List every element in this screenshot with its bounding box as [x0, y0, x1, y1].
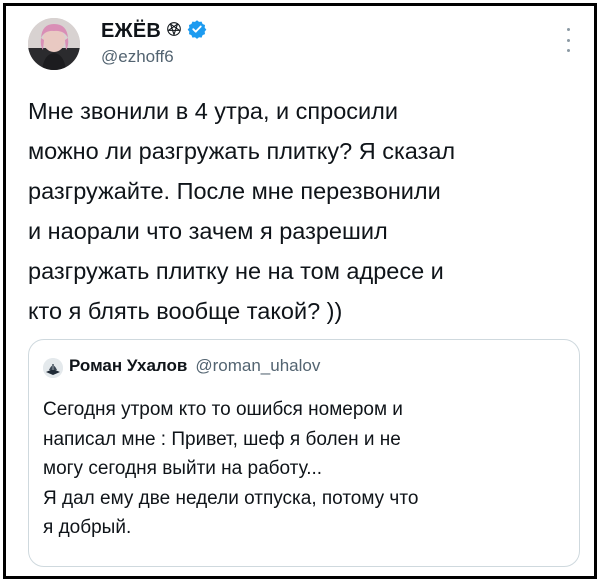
more-options-icon[interactable]: [565, 28, 571, 52]
quoted-author-handle[interactable]: @roman_uhalov: [195, 356, 320, 376]
tweet-text: Мне звонили в 4 утра, и спросили можно л…: [28, 91, 588, 331]
author-name-row[interactable]: ЕЖЁВ: [101, 19, 207, 43]
quoted-avatar-image: [43, 358, 63, 378]
tweet-text-line: разгружать плитку не на том адресе и: [28, 258, 444, 284]
quoted-author-name[interactable]: Роман Ухалов: [69, 356, 187, 376]
quoted-text-line: я добрый.: [43, 517, 132, 538]
screenshot-frame: ЕЖЁВ @ezhoff6 Мне звонили в 4 утра, и сп…: [3, 3, 597, 579]
quoted-author-avatar[interactable]: [43, 358, 63, 378]
author-avatar[interactable]: [28, 18, 80, 70]
verified-badge-icon: [187, 19, 207, 44]
tweet-text-line: и наорали что зачем я разрешил: [28, 218, 388, 244]
quoted-text-line: Сегодня утром кто то ошибся номером и: [43, 399, 403, 420]
quoted-author-row[interactable]: Роман Ухалов @roman_uhalov: [69, 356, 320, 376]
author-handle[interactable]: @ezhoff6: [101, 47, 174, 67]
author-display-name[interactable]: ЕЖЁВ: [101, 20, 161, 43]
quoted-tweet-text: Сегодня утром кто то ошибся номером и на…: [43, 395, 573, 543]
tweet-text-line: разгружайте. После мне перезвонили: [28, 178, 441, 204]
tweet-text-line: кто я блять вообще такой? )): [28, 298, 343, 324]
avatar-image: [28, 18, 80, 70]
quoted-text-line: Я дал ему две недели отпуска, потому что: [43, 487, 419, 509]
pentagram-icon: [167, 21, 181, 41]
tweet-text-line: можно ли разгружать плитку? Я сказал: [28, 138, 456, 164]
quoted-text-line: могу сегодня выйти на работу...: [43, 458, 323, 479]
quoted-tweet-card[interactable]: Роман Ухалов @roman_uhalov Сегодня утром…: [28, 339, 580, 567]
quoted-text-line: написал мне : Привет, шеф я болен и не: [43, 428, 401, 450]
tweet-text-line: Мне звонили в 4 утра, и спросили: [28, 98, 398, 124]
